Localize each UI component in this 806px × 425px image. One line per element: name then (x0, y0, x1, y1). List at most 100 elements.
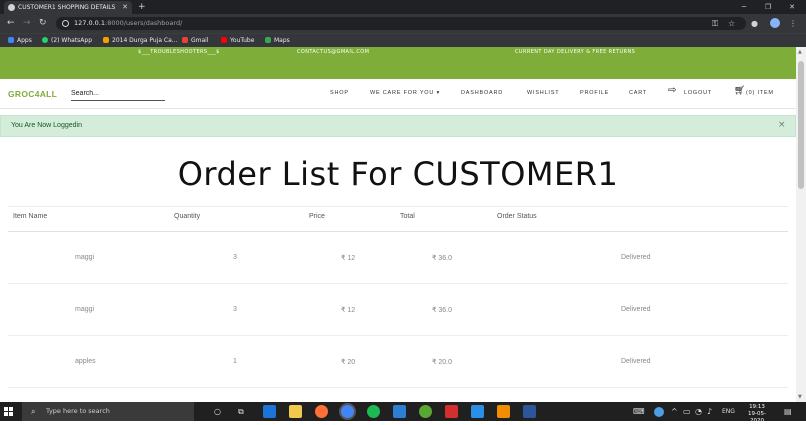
bookmark-maps[interactable]: Maps (265, 34, 290, 48)
cell-price: ₹ 12 (341, 307, 356, 314)
logout-icon[interactable]: ⇨ (668, 86, 676, 96)
volume-icon[interactable]: ♪ (707, 402, 712, 421)
app-icon[interactable] (393, 405, 406, 418)
keyboard-icon[interactable]: ⌨ (633, 402, 645, 421)
cell-total: ₹ 20.0 (432, 359, 453, 366)
network-icon[interactable]: ◔ (695, 402, 702, 421)
cell-price: ₹ 12 (341, 255, 356, 262)
page-scrollbar[interactable]: ▲ ▼ (796, 47, 806, 402)
file-explorer-icon[interactable] (289, 405, 302, 418)
clock-date: 19-05-2020 (748, 411, 766, 424)
cell-item: apples (75, 358, 96, 365)
login-alert: You Are Now Loggedin × (0, 115, 796, 137)
bookmarks-bar: Apps (2) WhatsApp 2014 Durga Puja Ca... … (0, 33, 806, 47)
avatar[interactable] (770, 18, 780, 28)
maps-icon (265, 37, 271, 43)
nav-cart-items[interactable]: (0) ITEM (746, 90, 774, 96)
brand-logo[interactable]: GROC4ALL (8, 89, 57, 99)
forward-icon[interactable]: → (23, 14, 31, 33)
task-view-icon[interactable]: ⧉ (238, 402, 244, 421)
top-strip: $___TROUBLESHOOTERS___$ CONTACTUS@GMAIL.… (0, 47, 796, 79)
search-input[interactable] (71, 87, 165, 101)
cell-quantity: 1 (233, 358, 237, 365)
site-info-icon[interactable] (62, 20, 69, 27)
spotify-icon[interactable] (367, 405, 380, 418)
firefox-icon[interactable] (315, 405, 328, 418)
cart-icon[interactable]: 🛒︎ (734, 86, 745, 96)
acrobat-icon[interactable] (445, 405, 458, 418)
scroll-thumb[interactable] (798, 61, 804, 189)
cell-status: Delivered (621, 358, 651, 365)
bookmark-gmail[interactable]: Gmail (182, 34, 209, 48)
globe-icon (8, 4, 15, 11)
cell-item: maggi (75, 306, 95, 313)
reload-icon[interactable]: ↻ (39, 14, 47, 33)
vlc-icon[interactable] (497, 405, 510, 418)
battery-icon[interactable]: ▭ (683, 402, 691, 421)
bookmark-durga-puja[interactable]: 2014 Durga Puja Ca... (103, 34, 178, 48)
language-indicator[interactable]: ENG (722, 402, 735, 421)
bookmark-icon (103, 37, 109, 43)
minimize-icon[interactable]: ─ (734, 0, 754, 14)
notifications-icon[interactable]: ▤ (784, 402, 792, 421)
cell-status: Delivered (621, 254, 651, 261)
gmail-icon (182, 37, 188, 43)
cell-price: ₹ 20 (341, 359, 356, 366)
maximize-icon[interactable]: ❐ (758, 0, 778, 14)
edge-icon[interactable] (263, 405, 276, 418)
chevron-up-icon[interactable]: ^ (671, 402, 678, 421)
url-host: 127.0.0.1 (74, 19, 106, 27)
close-tab-icon[interactable]: ✕ (122, 1, 128, 14)
nav-wishlist[interactable]: WISHLIST (527, 90, 559, 96)
bookmark-whatsapp[interactable]: (2) WhatsApp (42, 34, 92, 48)
close-icon[interactable]: × (778, 120, 786, 130)
scroll-up-icon[interactable]: ▲ (798, 49, 802, 55)
vscode-icon[interactable] (471, 405, 484, 418)
taskbar-clock[interactable]: 19:13 19-05-2020 (742, 404, 772, 425)
extension-icon[interactable]: ● (751, 16, 758, 31)
nav-profile[interactable]: PROFILE (580, 90, 609, 96)
nav-shop[interactable]: SHOP (330, 90, 349, 96)
strip-team: $___TROUBLESHOOTERS___$ (138, 49, 220, 55)
address-bar[interactable]: 127.0.0.1:8000/users/dashboard/ (56, 17, 746, 30)
help-icon[interactable] (654, 407, 664, 417)
star-icon[interactable]: ☆ (728, 16, 735, 31)
back-icon[interactable]: ← (7, 14, 15, 33)
browser-tab[interactable]: CUSTOMER1 SHOPPING DETAILS ✕ (4, 1, 132, 14)
new-tab-icon[interactable]: + (138, 0, 146, 14)
scroll-down-icon[interactable]: ▼ (798, 394, 802, 400)
chrome-icon[interactable] (341, 405, 354, 418)
url-path: :8000/users/dashboard/ (105, 19, 183, 27)
bookmark-apps[interactable]: Apps (8, 34, 32, 48)
cell-status: Delivered (621, 306, 651, 313)
taskbar-search-placeholder: Type here to search (46, 407, 110, 415)
apps-icon (8, 37, 14, 43)
page-viewport: $___TROUBLESHOOTERS___$ CONTACTUS@GMAIL.… (0, 47, 796, 402)
caret-down-icon: ▾ (434, 90, 441, 96)
cortana-icon[interactable]: ○ (214, 402, 221, 421)
window-close-icon[interactable]: ✕ (782, 0, 802, 14)
cell-quantity: 3 (233, 306, 237, 313)
strip-delivery: CURRENT DAY DELIVERY & FREE RETURNS (515, 49, 636, 55)
cell-total: ₹ 36.0 (432, 307, 453, 314)
table-row: maggi 3 ₹ 12 ₹ 36.0 Delivered (8, 232, 788, 284)
nav-cart[interactable]: CART (629, 90, 647, 96)
nav-dashboard[interactable]: DASHBOARD (461, 90, 503, 96)
taskbar-search-box[interactable]: ⌕ Type here to search (22, 402, 194, 421)
bookmark-youtube[interactable]: YouTube (221, 34, 254, 48)
menu-icon[interactable]: ⋮ (789, 16, 797, 31)
word-icon[interactable] (523, 405, 536, 418)
cell-total: ₹ 36.0 (432, 255, 453, 262)
site-navbar: GROC4ALL SHOP WE CARE FOR YOU ▾ DASHBOAR… (0, 79, 796, 109)
nav-we-care[interactable]: WE CARE FOR YOU ▾ (370, 90, 440, 96)
browser-tab-bar: CUSTOMER1 SHOPPING DETAILS ✕ + ─ ❐ ✕ (0, 0, 806, 14)
whatsapp-icon (42, 37, 48, 43)
col-item-name: Item Name (13, 213, 48, 220)
windows-taskbar: ⌕ Type here to search ○ ⧉ ⌨ ^ ▭ ◔ ♪ ENG … (0, 402, 806, 424)
key-icon[interactable]: ⚿ (712, 16, 718, 31)
nav-logout[interactable]: LOGOUT (684, 90, 712, 96)
tab-title: CUSTOMER1 SHOPPING DETAILS (18, 4, 116, 11)
windows-start-icon[interactable] (4, 407, 13, 416)
torrent-icon[interactable] (419, 405, 432, 418)
strip-email[interactable]: CONTACTUS@GMAIL.COM (297, 49, 369, 55)
